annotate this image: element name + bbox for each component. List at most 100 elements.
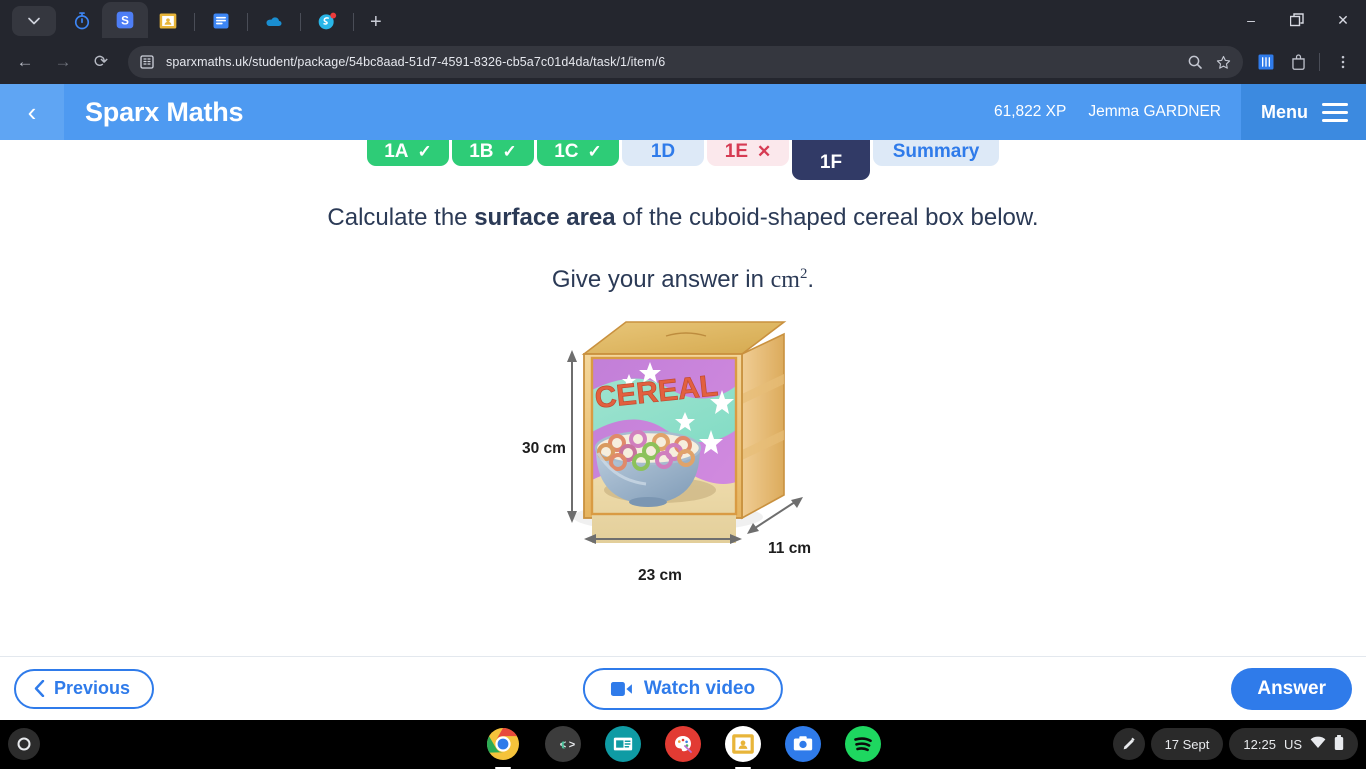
- xp-counter: 61,822 XP: [994, 103, 1066, 121]
- timer-icon: [72, 11, 92, 31]
- toolbar-divider: [1319, 53, 1320, 71]
- tab-sparx-reader[interactable]: [307, 4, 347, 38]
- question-units-instruction: Give your answer in cm2.: [0, 266, 1366, 294]
- answer-button-label: Answer: [1257, 678, 1326, 700]
- launcher-circle-icon: [16, 736, 32, 752]
- svg-text:S: S: [121, 15, 129, 28]
- onedrive-cloud-icon: [264, 11, 284, 31]
- width-dimension-label: 23 cm: [638, 567, 682, 585]
- watch-video-label: Watch video: [644, 678, 755, 700]
- question-action-bar: Previous Watch video Answer: [0, 656, 1366, 720]
- maximize-restore-button[interactable]: [1274, 0, 1320, 40]
- height-dimension-label: 30 cm: [522, 440, 566, 458]
- tab-google-classroom[interactable]: [148, 4, 188, 38]
- sparx-app-header: ‹ Sparx Maths 61,822 XP Jemma GARDNER Me…: [0, 84, 1366, 140]
- svg-text:>: >: [569, 739, 575, 751]
- tab-divider: [300, 13, 301, 31]
- video-camera-icon: [611, 681, 633, 697]
- date-label: 17 Sept: [1165, 737, 1210, 752]
- menu-button[interactable]: Menu: [1241, 84, 1366, 140]
- spotify-icon: [846, 727, 880, 761]
- app-back-button[interactable]: ‹: [0, 84, 64, 140]
- sparx-reader-icon: [317, 11, 337, 31]
- zoom-icon[interactable]: [1181, 48, 1209, 76]
- document-icon: [211, 11, 231, 31]
- check-icon: ✓: [418, 142, 432, 162]
- tab-search-dropdown[interactable]: [12, 6, 56, 36]
- check-icon: ✓: [503, 142, 517, 162]
- tab-divider: [247, 13, 248, 31]
- shelf-status-area: 17 Sept 12:25 US: [1113, 728, 1358, 760]
- battery-icon: [1334, 735, 1344, 754]
- browser-window: S: [0, 0, 1366, 720]
- answer-button[interactable]: Answer: [1231, 668, 1352, 710]
- tab-document[interactable]: [201, 4, 241, 38]
- unit-label: cm: [771, 267, 800, 293]
- question-tabs-container: 1A ✓ 1B ✓ 1C ✓ 1D 1E ✕: [0, 140, 1366, 180]
- tab-divider: [353, 13, 354, 31]
- browser-tabstrip: S: [0, 0, 1366, 40]
- shelf-app-spotify[interactable]: [845, 726, 881, 762]
- tab-timer[interactable]: [62, 4, 102, 38]
- tab-sparx-maths[interactable]: S: [102, 2, 148, 38]
- camera-icon: [792, 733, 814, 755]
- shelf-app-news[interactable]: [605, 726, 641, 762]
- google-classroom-icon: [158, 11, 178, 31]
- extensions-icon[interactable]: [1283, 47, 1313, 77]
- reading-list-icon[interactable]: [1251, 47, 1281, 77]
- stylus-pen-icon: [1121, 736, 1137, 752]
- menu-label: Menu: [1261, 102, 1308, 123]
- back-button[interactable]: ←: [8, 45, 42, 79]
- shelf-app-camera[interactable]: [785, 726, 821, 762]
- paint-palette-icon: [671, 732, 695, 756]
- bookmark-star-icon[interactable]: [1209, 48, 1237, 76]
- units-instruction-text: Give your answer in: [552, 266, 771, 293]
- watch-video-button[interactable]: Watch video: [583, 668, 783, 710]
- google-classroom-icon: [730, 731, 756, 757]
- chrome-icon: [486, 727, 520, 761]
- reload-button[interactable]: ⟳: [84, 45, 118, 79]
- question-tab-label: 1F: [820, 152, 842, 174]
- tab-onedrive[interactable]: [254, 4, 294, 38]
- minimize-button[interactable]: –: [1228, 0, 1274, 40]
- forward-button[interactable]: →: [46, 45, 80, 79]
- chevron-left-icon: [34, 680, 45, 697]
- question-tab-label: 1C: [554, 141, 578, 163]
- launcher-button[interactable]: [8, 728, 40, 760]
- question-tab-label: Summary: [893, 141, 980, 163]
- new-tab-button[interactable]: +: [370, 12, 382, 32]
- page-title: Sparx Maths: [85, 97, 243, 128]
- svg-text:t: t: [561, 737, 566, 752]
- date-pod[interactable]: 17 Sept: [1151, 728, 1224, 760]
- clock-label: 12:25: [1243, 737, 1276, 752]
- restore-icon: [1290, 13, 1304, 27]
- shelf-app-tutor[interactable]: < t >: [545, 726, 581, 762]
- user-name: Jemma GARDNER: [1088, 103, 1221, 121]
- shelf-app-paint[interactable]: [665, 726, 701, 762]
- news-icon: [612, 733, 634, 755]
- address-bar-url: sparxmaths.uk/student/package/54bc8aad-5…: [158, 55, 1181, 69]
- tutor-t-icon: < t >: [548, 729, 578, 759]
- kebab-menu-icon[interactable]: [1328, 47, 1358, 77]
- depth-dimension-label: 11 cm: [768, 540, 811, 558]
- shelf-app-google-classroom[interactable]: [725, 726, 761, 762]
- previous-button[interactable]: Previous: [14, 669, 154, 709]
- stylus-pen-button[interactable]: [1113, 728, 1145, 760]
- cross-icon: ✕: [757, 142, 771, 162]
- question-tab-label: 1B: [469, 141, 493, 163]
- shelf-app-chrome[interactable]: [485, 726, 521, 762]
- site-info-icon[interactable]: [136, 51, 158, 73]
- check-icon: ✓: [588, 142, 602, 162]
- chevron-down-icon: [24, 11, 44, 31]
- status-pod[interactable]: 12:25 US: [1229, 728, 1358, 760]
- question-body: Calculate the surface area of the cuboid…: [0, 180, 1366, 294]
- units-instruction-period: .: [807, 266, 814, 293]
- close-button[interactable]: ✕: [1320, 0, 1366, 40]
- chromeos-shelf: < t >: [0, 720, 1366, 768]
- previous-button-label: Previous: [54, 678, 130, 699]
- header-right-group: 61,822 XP Jemma GARDNER Menu: [994, 84, 1366, 140]
- cereal-box-illustration: CEREAL: [518, 312, 848, 602]
- hamburger-icon: [1322, 98, 1348, 127]
- address-bar[interactable]: sparxmaths.uk/student/package/54bc8aad-5…: [128, 46, 1243, 78]
- question-statement-part2: of the cuboid-shaped cereal box below.: [616, 204, 1039, 231]
